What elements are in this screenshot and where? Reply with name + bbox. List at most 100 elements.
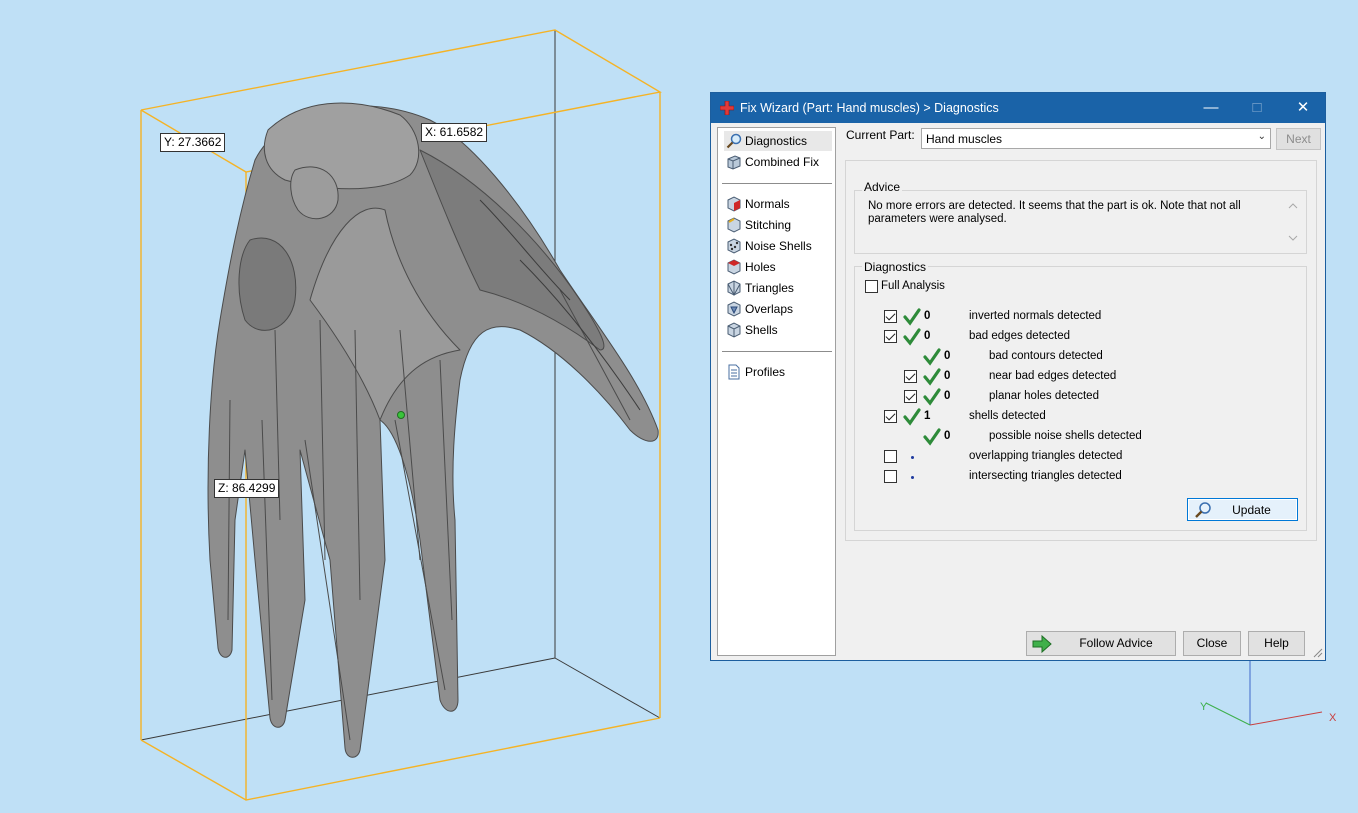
advice-text: No more errors are detected. It seems th… <box>868 200 1241 225</box>
near-bad-edges-count: 0 <box>944 370 951 382</box>
advice-scrollbar[interactable] <box>1285 198 1301 246</box>
planar-holes-checkbox[interactable] <box>904 390 917 403</box>
nav-item-stitching[interactable]: Stitching <box>724 215 832 235</box>
nav-item-combined-fix[interactable]: Combined Fix <box>724 152 832 172</box>
planar-holes-count: 0 <box>944 390 951 402</box>
update-button[interactable]: Update <box>1187 498 1298 521</box>
noise-shells-icon <box>727 238 741 254</box>
inverted-normals-checkbox[interactable] <box>884 310 897 323</box>
shells-checkbox[interactable] <box>884 410 897 423</box>
shells-icon <box>727 322 741 338</box>
minimize-button[interactable]: — <box>1188 93 1234 123</box>
axis-triad <box>1205 660 1323 726</box>
arrow-right-icon <box>1032 635 1052 653</box>
nav-item-noise-shells[interactable]: Noise Shells <box>724 236 832 256</box>
hand-muscles-model[interactable] <box>207 102 659 758</box>
intersecting-triangles-checkbox[interactable] <box>884 470 897 483</box>
bad-contours-label: bad contours detected <box>989 350 1103 362</box>
wizard-navigation: Diagnostics Combined Fix Normals Stitchi… <box>717 127 836 656</box>
not-analysed-dot-icon <box>911 476 914 479</box>
dimension-x-label: X: 61.6582 <box>421 123 488 142</box>
nav-item-shells[interactable]: Shells <box>724 320 832 340</box>
chevron-down-icon: ⌄ <box>1257 131 1266 142</box>
close-window-button[interactable]: ✕ <box>1280 93 1326 123</box>
bad-edges-count: 0 <box>924 330 931 342</box>
nav-separator <box>722 351 832 352</box>
nav-label-profiles: Profiles <box>745 365 786 379</box>
maximize-button[interactable]: □ <box>1234 93 1280 123</box>
check-ok-icon <box>923 428 941 446</box>
nav-item-diagnostics[interactable]: Diagnostics <box>724 131 832 151</box>
advice-text-box[interactable]: No more errors are detected. It seems th… <box>865 198 1301 246</box>
check-ok-icon <box>923 388 941 406</box>
check-ok-icon <box>923 348 941 366</box>
nav-label-diagnostics: Diagnostics <box>745 134 808 148</box>
stitching-icon <box>727 217 741 233</box>
axis-y-label: Y <box>1200 701 1208 713</box>
overlapping-triangles-label: overlapping triangles detected <box>969 450 1123 462</box>
nav-item-triangles[interactable]: Triangles <box>724 278 832 298</box>
triangles-icon <box>727 280 741 296</box>
axis-x-label: X <box>1329 712 1337 724</box>
current-part-value: Hand muscles <box>926 132 1003 146</box>
next-button[interactable]: Next <box>1276 128 1321 150</box>
app-cross-icon <box>720 101 734 115</box>
nav-item-profiles[interactable]: Profiles <box>724 362 832 382</box>
inverted-normals-count: 0 <box>924 310 931 322</box>
nav-separator <box>722 183 832 184</box>
nav-label-shells: Shells <box>745 323 778 337</box>
resize-grip-icon[interactable] <box>1313 648 1323 658</box>
nav-item-overlaps[interactable]: Overlaps <box>724 299 832 319</box>
overlaps-icon <box>727 301 741 317</box>
noise-shells-label: possible noise shells detected <box>989 430 1142 442</box>
not-analysed-dot-icon <box>911 456 914 459</box>
diagnostics-group-title: Diagnostics <box>862 260 929 274</box>
check-ok-icon <box>903 328 921 346</box>
nav-item-normals[interactable]: Normals <box>724 194 832 214</box>
bad-edges-label: bad edges detected <box>969 330 1071 342</box>
dimension-z-label: Z: 86.4299 <box>214 479 280 498</box>
near-bad-edges-checkbox[interactable] <box>904 370 917 383</box>
update-label: Update <box>1232 503 1271 517</box>
document-icon <box>728 364 740 380</box>
planar-holes-label: planar holes detected <box>989 390 1099 402</box>
nav-label-noise-shells: Noise Shells <box>745 239 812 253</box>
inverted-normals-label: inverted normals detected <box>969 310 1102 322</box>
shells-label: shells detected <box>969 410 1046 422</box>
nav-label-holes: Holes <box>745 260 776 274</box>
nav-item-holes[interactable]: Holes <box>724 257 832 277</box>
overlapping-triangles-checkbox[interactable] <box>884 450 897 463</box>
check-ok-icon <box>923 368 941 386</box>
follow-advice-label: Follow Advice <box>1079 636 1153 650</box>
current-part-label: Current Part: <box>846 128 915 142</box>
current-part-select[interactable]: Hand muscles ⌄ <box>921 128 1271 149</box>
combined-fix-icon <box>727 155 741 170</box>
full-analysis-label: Full Analysis <box>881 280 945 292</box>
fix-wizard-dialog: Fix Wizard (Part: Hand muscles) > Diagno… <box>710 92 1326 661</box>
follow-advice-button[interactable]: Follow Advice <box>1026 631 1176 656</box>
magnifier-icon <box>726 133 742 149</box>
dialog-title: Fix Wizard (Part: Hand muscles) > Diagno… <box>740 101 999 115</box>
intersecting-triangles-label: intersecting triangles detected <box>969 470 1122 482</box>
check-ok-icon <box>903 308 921 326</box>
full-analysis-checkbox[interactable] <box>865 280 878 293</box>
nav-label-stitching: Stitching <box>745 218 792 232</box>
noise-shells-count: 0 <box>944 430 951 442</box>
help-button[interactable]: Help <box>1248 631 1305 656</box>
dialog-titlebar[interactable]: Fix Wizard (Part: Hand muscles) > Diagno… <box>711 93 1325 123</box>
nav-label-combined-fix: Combined Fix <box>745 155 820 169</box>
nav-label-triangles: Triangles <box>745 281 794 295</box>
nav-label-overlaps: Overlaps <box>745 302 794 316</box>
bad-edges-checkbox[interactable] <box>884 330 897 343</box>
normals-icon <box>727 196 741 212</box>
pick-point <box>397 411 405 419</box>
close-button[interactable]: Close <box>1183 631 1241 656</box>
shells-count: 1 <box>924 410 931 422</box>
holes-icon <box>727 259 741 275</box>
nav-label-normals: Normals <box>745 197 790 211</box>
advice-title: Advice <box>862 180 903 194</box>
bad-contours-count: 0 <box>944 350 951 362</box>
near-bad-edges-label: near bad edges detected <box>989 370 1117 382</box>
check-ok-icon <box>903 408 921 426</box>
dimension-y-label: Y: 27.3662 <box>160 133 226 152</box>
